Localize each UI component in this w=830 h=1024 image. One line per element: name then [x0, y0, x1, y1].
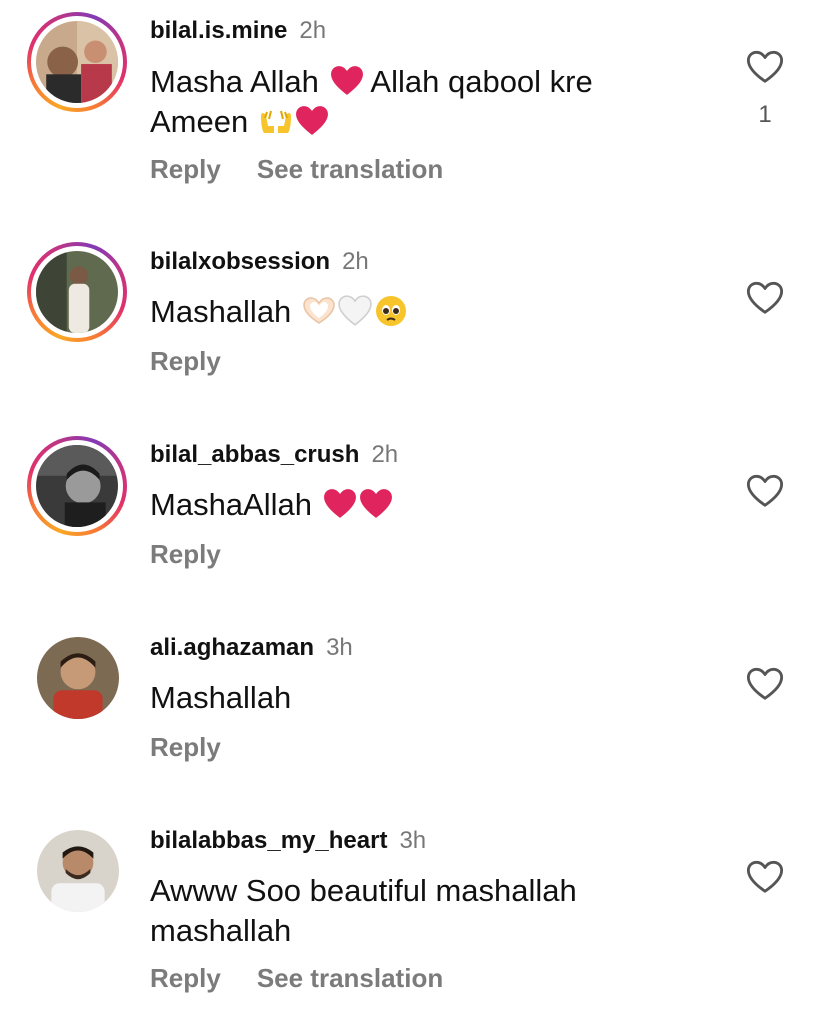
- avatar[interactable]: [27, 242, 127, 342]
- comment-time: 3h: [326, 634, 353, 661]
- heart-hands-emoji: [302, 295, 336, 327]
- red-heart-emoji: [295, 105, 329, 137]
- comment-username[interactable]: bilalxobsession: [150, 248, 330, 275]
- red-heart-emoji: [359, 488, 393, 520]
- avatar-image: [36, 251, 118, 333]
- heart-outline-icon: [746, 50, 784, 83]
- comment-time: 2h: [371, 441, 399, 468]
- comment-time: 2h: [299, 17, 327, 44]
- comment-text: Awww Soo beautiful mashallah mashallah: [150, 873, 577, 948]
- avatar-image: [36, 445, 118, 527]
- avatar[interactable]: [27, 12, 127, 112]
- red-heart-emoji: [323, 488, 357, 520]
- comment-username[interactable]: bilal.is.mine: [150, 17, 287, 44]
- red-heart-emoji: [330, 65, 364, 97]
- palms-up-emoji: [259, 105, 293, 137]
- like-button[interactable]: [746, 280, 784, 316]
- like-button[interactable]: [746, 49, 784, 85]
- comment-username[interactable]: ali.aghazaman: [150, 634, 314, 661]
- heart-outline-icon: [746, 860, 784, 893]
- like-count: 1: [758, 101, 772, 128]
- see-translation-button[interactable]: See translation: [257, 154, 443, 185]
- like-button[interactable]: [746, 859, 784, 895]
- white-heart-emoji: [338, 295, 372, 327]
- reply-button[interactable]: Reply: [150, 963, 221, 994]
- reply-button[interactable]: Reply: [150, 539, 221, 570]
- comment-text: Masha Allah Allah qabool kre Ameen: [150, 64, 593, 139]
- heart-outline-icon: [746, 474, 784, 507]
- comment-time: 2h: [342, 248, 369, 275]
- comment-text: Mashallah: [150, 292, 710, 332]
- like-button[interactable]: [746, 666, 784, 702]
- pleading-face-emoji: [374, 295, 408, 327]
- reply-button[interactable]: Reply: [150, 154, 221, 185]
- avatar[interactable]: [27, 627, 127, 727]
- avatar-image: [36, 21, 118, 103]
- avatar-image: [37, 637, 119, 719]
- heart-outline-icon: [746, 281, 784, 314]
- reply-button[interactable]: Reply: [150, 346, 221, 377]
- comment-time: 3h: [399, 827, 427, 854]
- comment-username[interactable]: bilal_abbas_crush: [150, 441, 359, 468]
- avatar-image: [37, 830, 119, 912]
- avatar[interactable]: [27, 820, 127, 920]
- reply-button[interactable]: Reply: [150, 732, 221, 763]
- avatar[interactable]: [27, 436, 127, 536]
- comment-text: Mashallah: [150, 680, 292, 715]
- comment-username[interactable]: bilalabbas_my_heart: [150, 827, 387, 854]
- like-button[interactable]: [746, 473, 784, 509]
- comment-text: MashaAllah: [150, 485, 710, 525]
- see-translation-button[interactable]: See translation: [257, 963, 443, 994]
- heart-outline-icon: [746, 667, 784, 700]
